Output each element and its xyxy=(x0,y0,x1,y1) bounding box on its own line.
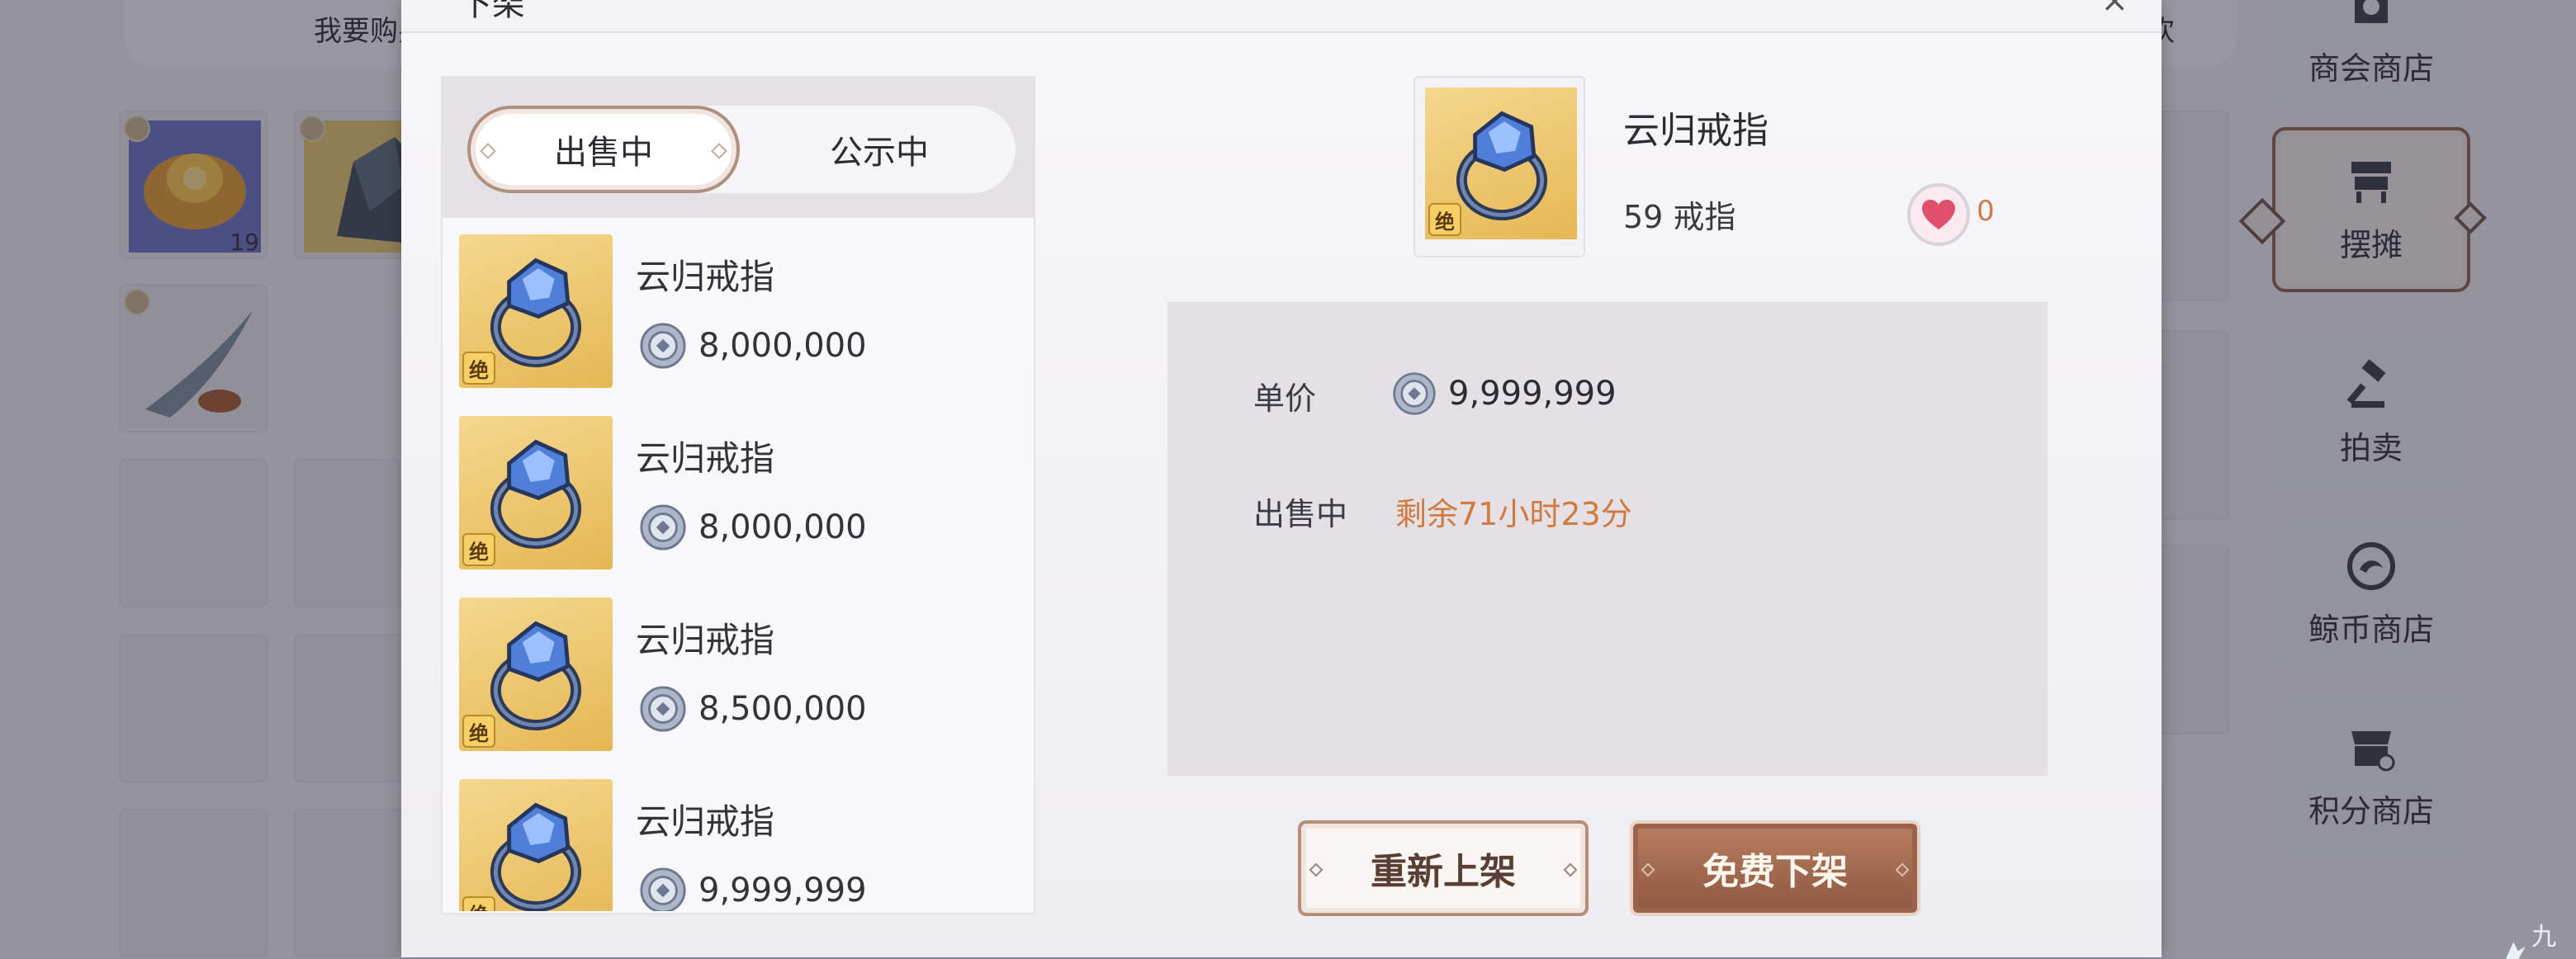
quality-badge: 绝 xyxy=(462,533,495,566)
remaining-time: 剩余71小时23分 xyxy=(1395,496,1632,532)
item-thumbnail: 绝 xyxy=(459,598,613,751)
item-name: 云归戒指 xyxy=(636,620,775,660)
like-count: 0 xyxy=(1977,195,1995,228)
item-thumbnail: 绝 xyxy=(459,779,613,911)
status-tab-switch: 出售中 公示中 xyxy=(467,106,1016,193)
item-price: 8,500,000 xyxy=(698,690,867,728)
coin-icon xyxy=(640,867,686,911)
item-price: 8,000,000 xyxy=(698,327,867,365)
diamond-ornament-icon xyxy=(1895,862,1910,877)
item-name: 云归戒指 xyxy=(636,801,775,842)
listing-detail-box: 单价 9,999,999 出售中 剩余71小时23分 xyxy=(1167,302,2048,776)
selected-item-name: 云归戒指 xyxy=(1623,110,1769,152)
selected-item-thumbnail[interactable]: 绝 xyxy=(1413,76,1585,257)
status-label: 出售中 xyxy=(1253,496,1348,532)
relist-button-label: 重新上架 xyxy=(1371,851,1516,893)
coin-icon xyxy=(1393,372,1436,415)
diamond-ornament-icon xyxy=(480,143,496,159)
relist-button[interactable]: 重新上架 xyxy=(1298,820,1589,916)
quality-badge: 绝 xyxy=(462,715,495,748)
diamond-ornament-icon xyxy=(1309,862,1324,877)
tab-label: 出售中 xyxy=(554,134,653,172)
tab-label: 公示中 xyxy=(830,134,929,172)
modal-title: 下架 xyxy=(459,0,525,23)
list-item[interactable]: 绝 云归戒指 8,000,000 xyxy=(459,416,1020,573)
watermark-logo-icon xyxy=(2505,942,2526,959)
modal-header-strip xyxy=(401,0,2162,33)
listing-list[interactable]: 绝 云归戒指 8,000,000 绝 云归戒指 8,000,000 绝 云归戒指… xyxy=(443,234,1034,911)
tab-publicity[interactable]: 公示中 xyxy=(743,106,1016,193)
list-item[interactable]: 绝 云归戒指 8,000,000 xyxy=(459,234,1020,391)
item-thumbnail: 绝 xyxy=(459,416,613,569)
coin-icon xyxy=(640,323,686,369)
like-button[interactable] xyxy=(1907,183,1970,246)
close-icon[interactable]: × xyxy=(2100,0,2129,20)
selected-item-frame: 绝 xyxy=(1425,87,1577,239)
list-item[interactable]: 绝 云归戒指 8,500,000 xyxy=(459,598,1020,754)
diamond-ornament-icon xyxy=(1563,862,1578,877)
quality-badge: 绝 xyxy=(462,896,495,911)
heart-icon xyxy=(1922,200,1955,229)
ring-icon xyxy=(490,802,582,911)
item-name: 云归戒指 xyxy=(636,257,775,297)
list-item[interactable]: 绝 云归戒指 9,999,999 xyxy=(459,779,1020,911)
unit-price-row: 9,999,999 xyxy=(1392,371,1617,416)
listing-panel: 出售中 公示中 绝 云归戒指 8,000,000 绝 云归戒指 8,000,00… xyxy=(441,76,1035,914)
coin-icon xyxy=(640,504,686,550)
item-price-row: 8,000,000 xyxy=(639,322,867,370)
free-delist-button[interactable]: 免费下架 xyxy=(1630,820,1920,916)
unit-price-value: 9,999,999 xyxy=(1448,375,1617,413)
watermark-text: 九游 xyxy=(2531,923,2557,952)
unit-price-label: 单价 xyxy=(1253,380,1317,417)
quality-badge: 绝 xyxy=(1428,203,1461,236)
tab-header: 出售中 公示中 xyxy=(443,78,1034,218)
diamond-ornament-icon xyxy=(711,143,727,159)
quality-badge: 绝 xyxy=(462,352,495,385)
diamond-ornament-icon xyxy=(1641,862,1655,877)
item-price-row: 9,999,999 xyxy=(639,867,867,911)
free-delist-button-label: 免费下架 xyxy=(1702,851,1848,893)
tab-on-sale[interactable]: 出售中 xyxy=(467,106,740,193)
coin-icon xyxy=(640,686,686,732)
selected-item-level: 59 戒指 xyxy=(1623,199,1736,235)
item-thumbnail: 绝 xyxy=(459,234,613,388)
delist-modal: 下架 × 出售中 公示中 绝 云归戒指 8,000,000 绝 云归戒指 8,0… xyxy=(401,0,2162,957)
item-price-row: 8,000,000 xyxy=(639,503,867,551)
item-price-row: 8,500,000 xyxy=(639,685,867,733)
watermark: 九游 xyxy=(2502,916,2576,959)
item-price: 9,999,999 xyxy=(698,872,867,909)
item-price: 8,000,000 xyxy=(698,508,867,546)
item-name: 云归戒指 xyxy=(636,438,775,479)
